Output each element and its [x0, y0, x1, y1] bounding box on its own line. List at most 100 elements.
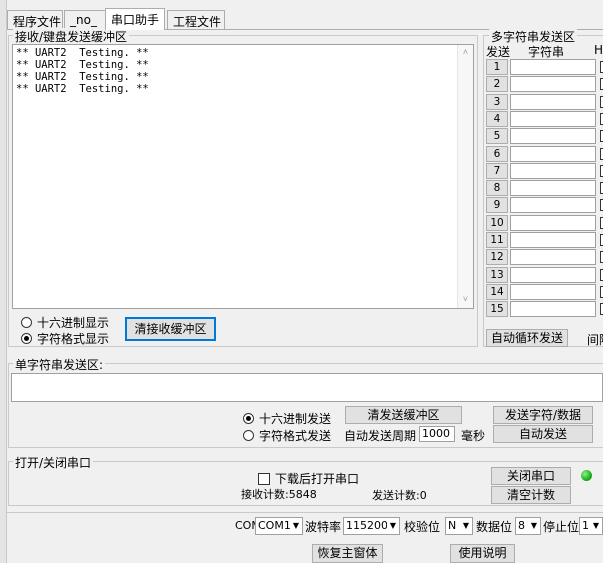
multi-send-button[interactable]: 2 [486, 76, 508, 92]
multi-send-button[interactable]: 14 [486, 284, 508, 300]
text-display-label: 字符格式显示 [37, 332, 110, 346]
send-data-button[interactable]: 发送字符/数据 [493, 406, 593, 424]
multi-send-button[interactable]: 12 [486, 249, 508, 265]
receive-line: ** UART2 Testing. ** [16, 59, 149, 71]
multi-col-hex: HE [594, 43, 603, 57]
multi-send-button[interactable]: 5 [486, 128, 508, 144]
clear-send-button[interactable]: 清发送缓冲区 [345, 406, 462, 424]
settings-top-separator [7, 512, 603, 513]
multi-string-input[interactable] [510, 94, 596, 110]
port-status-led-icon [581, 470, 592, 481]
clear-receive-button[interactable]: 清接收缓冲区 [125, 317, 216, 341]
auto-send-button[interactable]: 自动发送 [493, 425, 593, 443]
baud-value: 115200 [346, 519, 388, 532]
open-after-download-label: 下载后打开串口 [275, 472, 360, 486]
multi-send-button[interactable]: 6 [486, 146, 508, 162]
multi-send-button[interactable]: 4 [486, 111, 508, 127]
text-send-label: 字符格式发送 [259, 429, 332, 443]
multi-send-button[interactable]: 9 [486, 197, 508, 213]
tab-serial-assistant[interactable]: 串口助手 [105, 8, 165, 30]
receive-line: ** UART2 Testing. ** [16, 47, 149, 59]
restore-main-window-button[interactable]: 恢复主窗体 [312, 544, 383, 563]
multi-string-input[interactable] [510, 146, 596, 162]
databits-select[interactable]: 8 ▼ [515, 517, 541, 535]
multi-string-input[interactable] [510, 197, 596, 213]
radio-on-icon [21, 333, 32, 344]
stopbits-select[interactable]: 1 ▼ [579, 517, 603, 535]
text-send-radio[interactable]: 字符格式发送 [243, 427, 331, 444]
tab-project-files[interactable]: 工程文件 [167, 10, 225, 30]
dropdown-arrow-icon: ▼ [290, 518, 302, 534]
databits-value: 8 [518, 519, 525, 532]
port-group-title: 打开/关闭串口 [13, 454, 94, 471]
multi-send-button[interactable]: 1 [486, 59, 508, 75]
tab-no[interactable]: _no_ [64, 10, 106, 30]
com-select[interactable]: COM11 ▼ [255, 517, 303, 535]
tx-count-label: 发送计数:0 [372, 489, 427, 502]
multi-string-input[interactable] [510, 284, 596, 300]
multi-string-input[interactable] [510, 76, 596, 92]
multi-string-input[interactable] [510, 128, 596, 144]
multi-send-button[interactable]: 15 [486, 301, 508, 317]
databits-label: 数据位 [476, 520, 513, 534]
tab-bar: 程序文件 _no_ 串口助手 工程文件 [7, 8, 247, 30]
multi-send-button[interactable]: 8 [486, 180, 508, 196]
multi-send-button[interactable]: 13 [486, 267, 508, 283]
multi-col-send: 发送 [486, 45, 511, 59]
multi-send-button[interactable]: 10 [486, 215, 508, 231]
dropdown-arrow-icon: ▼ [387, 518, 399, 534]
receive-scrollbar[interactable]: ˄ ˅ [457, 45, 473, 308]
multi-string-input[interactable] [510, 111, 596, 127]
stopbits-value: 1 [582, 519, 589, 532]
auto-loop-send-button[interactable]: 自动循环发送 [486, 329, 568, 347]
ms-label: 毫秒 [461, 429, 486, 443]
multi-string-input[interactable] [510, 267, 596, 283]
checkbox-icon [258, 473, 270, 485]
single-send-input[interactable] [11, 373, 603, 402]
dropdown-arrow-icon: ▼ [460, 518, 472, 534]
auto-period-label: 自动发送周期 [344, 429, 417, 443]
multi-send-button[interactable]: 7 [486, 163, 508, 179]
hex-send-label: 十六进制发送 [259, 412, 332, 426]
multi-string-input[interactable] [510, 215, 596, 231]
tab-program-files[interactable]: 程序文件 [7, 10, 63, 30]
parity-select[interactable]: N ▼ [445, 517, 473, 535]
multi-string-input[interactable] [510, 249, 596, 265]
interval-label: 间隔 [587, 333, 603, 347]
hex-display-label: 十六进制显示 [37, 316, 110, 330]
multi-string-input[interactable] [510, 59, 596, 75]
text-display-radio[interactable]: 字符格式显示 [21, 330, 109, 347]
left-edge-strip [0, 0, 7, 563]
radio-off-icon [21, 317, 32, 328]
dropdown-arrow-icon: ▼ [590, 518, 602, 534]
help-button[interactable]: 使用说明 [450, 544, 515, 563]
period-input[interactable]: 1000 [419, 426, 455, 442]
multi-string-input[interactable] [510, 232, 596, 248]
scroll-up-icon[interactable]: ˄ [458, 45, 473, 61]
multi-string-input[interactable] [510, 163, 596, 179]
receive-line: ** UART2 Testing. ** [16, 71, 149, 83]
single-send-title: 单字符串发送区: [13, 356, 106, 373]
baud-select[interactable]: 115200 ▼ [343, 517, 400, 535]
baud-label: 波特率 [305, 520, 342, 534]
hex-display-radio[interactable]: 十六进制显示 [21, 314, 109, 331]
rx-count-label: 接收计数:5848 [241, 488, 317, 501]
multi-send-button[interactable]: 3 [486, 94, 508, 110]
multi-send-button[interactable]: 11 [486, 232, 508, 248]
close-port-button[interactable]: 关闭串口 [491, 467, 571, 485]
parity-label: 校验位 [404, 520, 441, 534]
dropdown-arrow-icon: ▼ [528, 518, 540, 534]
parity-value: N [448, 519, 457, 532]
clear-count-button[interactable]: 清空计数 [491, 486, 571, 504]
receive-line: ** UART2 Testing. ** [16, 83, 149, 95]
scroll-down-icon[interactable]: ˅ [458, 292, 473, 308]
open-after-download-checkbox[interactable]: 下载后打开串口 [258, 470, 359, 487]
radio-off-icon [243, 430, 254, 441]
stopbits-label: 停止位 [543, 520, 580, 534]
multi-col-string: 字符串 [528, 45, 565, 59]
hex-send-radio[interactable]: 十六进制发送 [243, 410, 331, 427]
receive-group-title: 接收/键盘发送缓冲区 [13, 28, 130, 45]
multi-string-input[interactable] [510, 180, 596, 196]
receive-buffer[interactable]: ** UART2 Testing. ** ** UART2 Testing. *… [12, 44, 474, 309]
multi-string-input[interactable] [510, 301, 596, 317]
